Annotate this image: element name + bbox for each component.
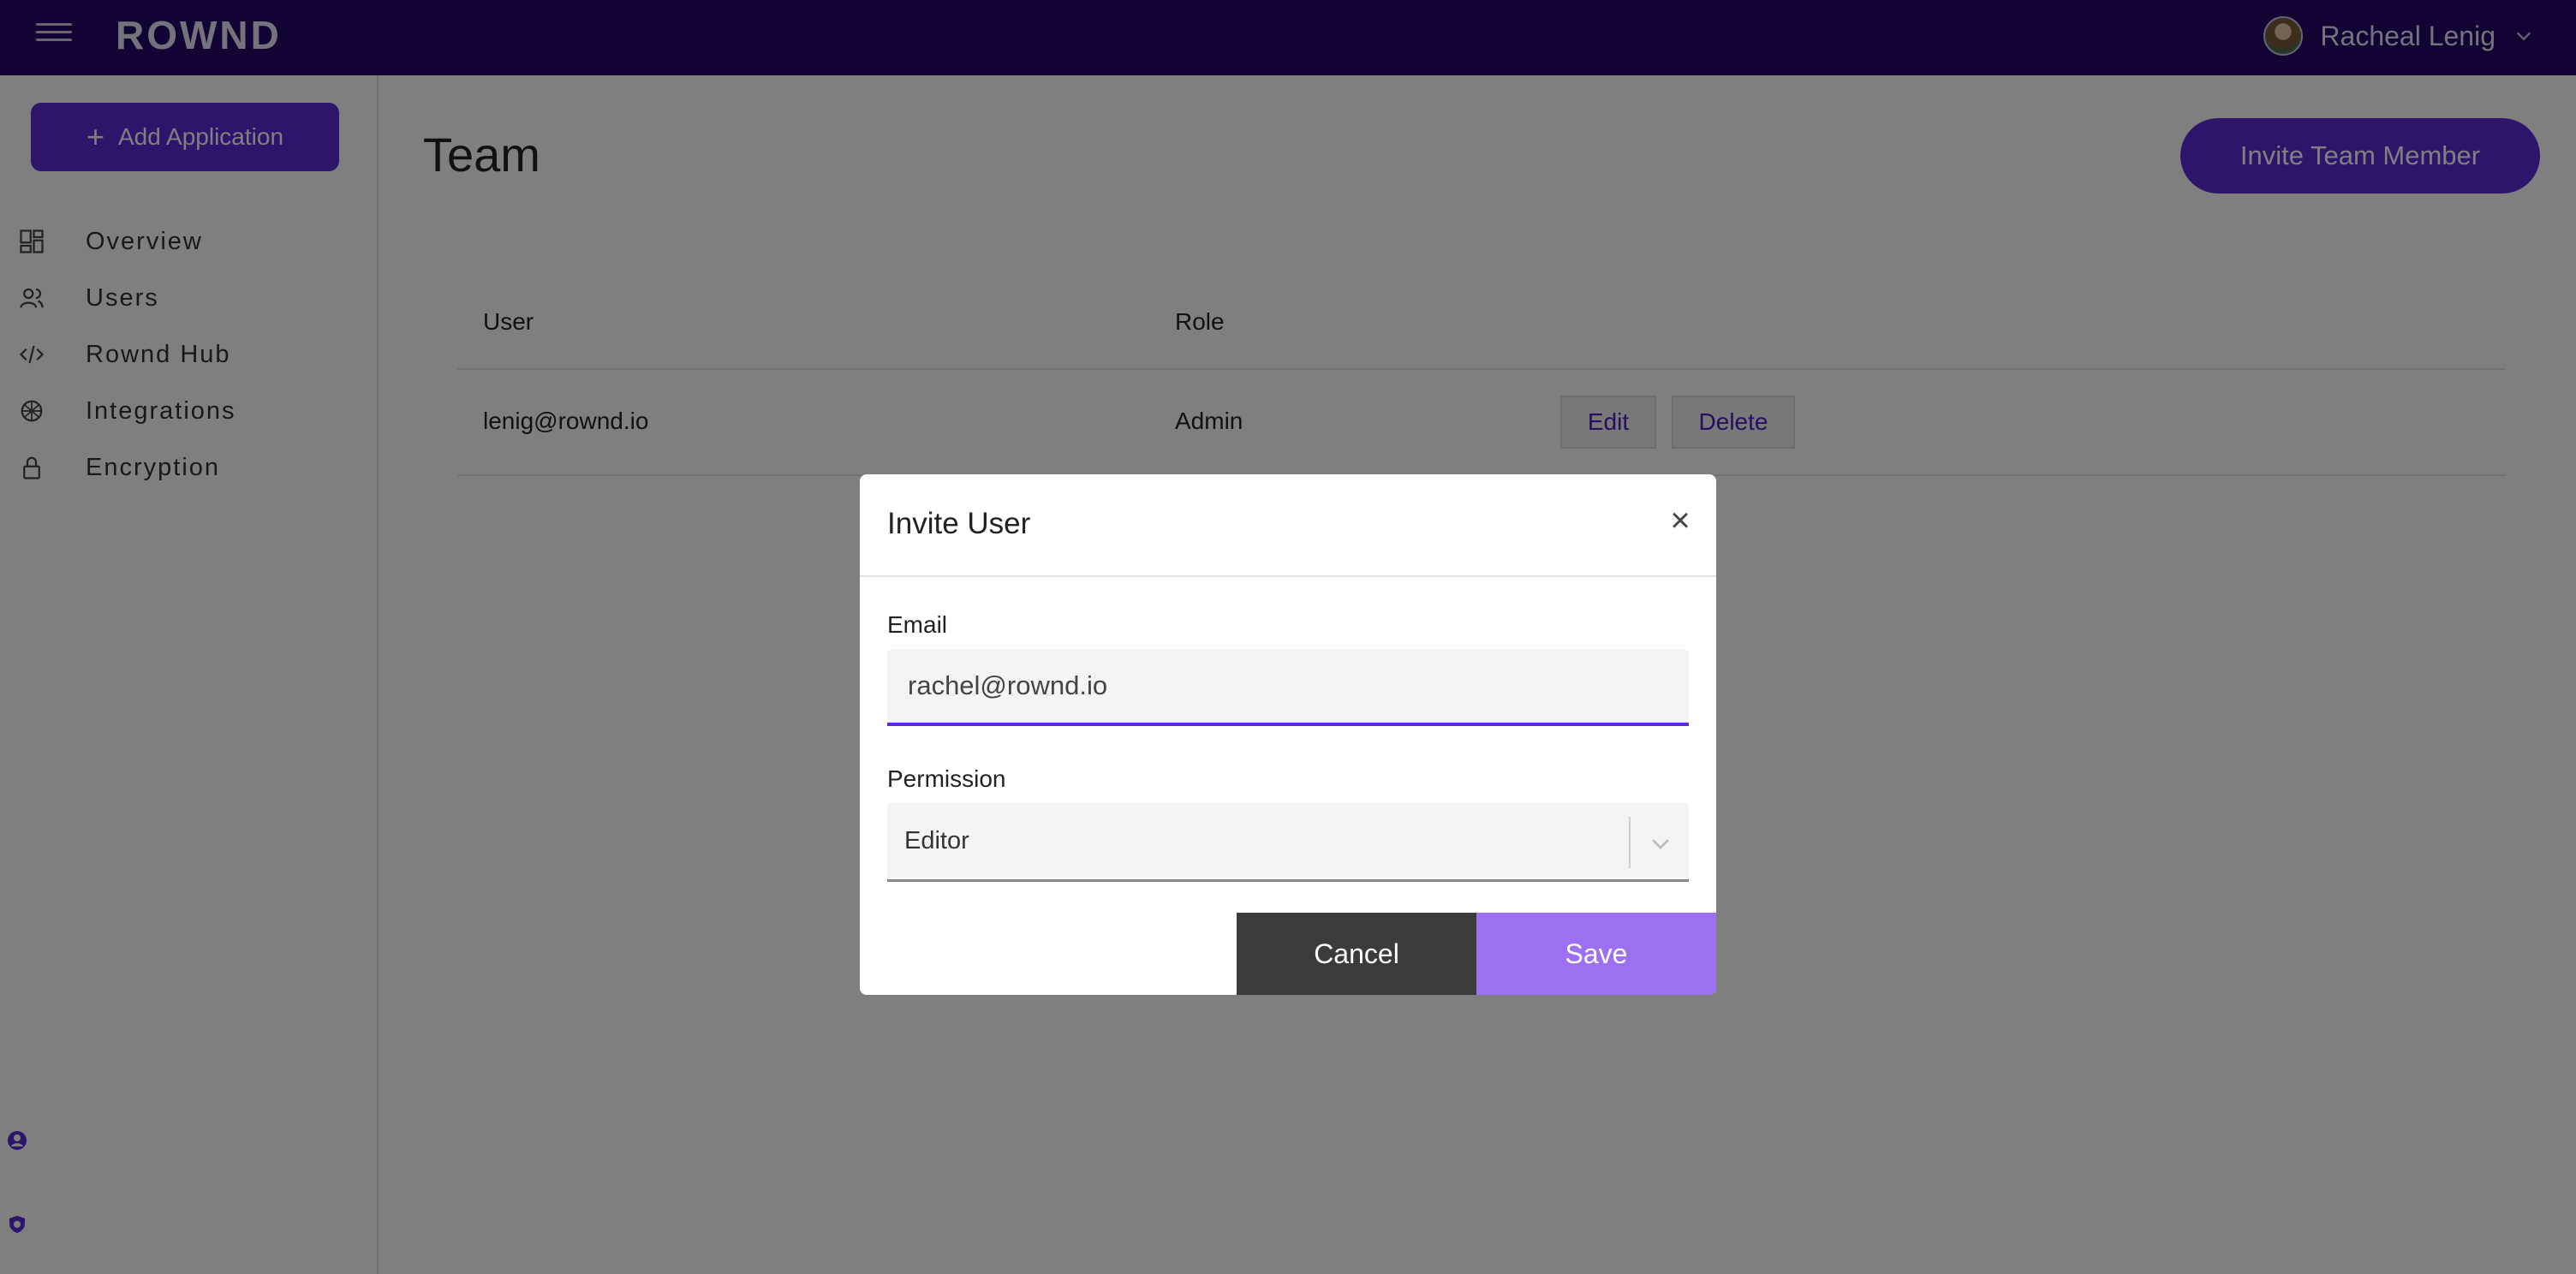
modal-header: Invite User × [860, 474, 1716, 577]
modal-title: Invite User [887, 507, 1031, 540]
select-divider [1629, 817, 1631, 868]
invite-user-modal: Invite User × Email Permission Editor Ca… [860, 474, 1716, 995]
cancel-button[interactable]: Cancel [1237, 913, 1476, 995]
chevron-down-icon[interactable] [1648, 830, 1673, 856]
email-label: Email [887, 611, 948, 638]
permission-label: Permission [887, 765, 1006, 792]
close-icon[interactable]: × [1663, 503, 1697, 538]
save-button[interactable]: Save [1476, 913, 1716, 995]
permission-value: Editor [904, 827, 969, 854]
permission-select[interactable]: Editor [887, 803, 1689, 882]
email-field[interactable] [887, 649, 1689, 726]
